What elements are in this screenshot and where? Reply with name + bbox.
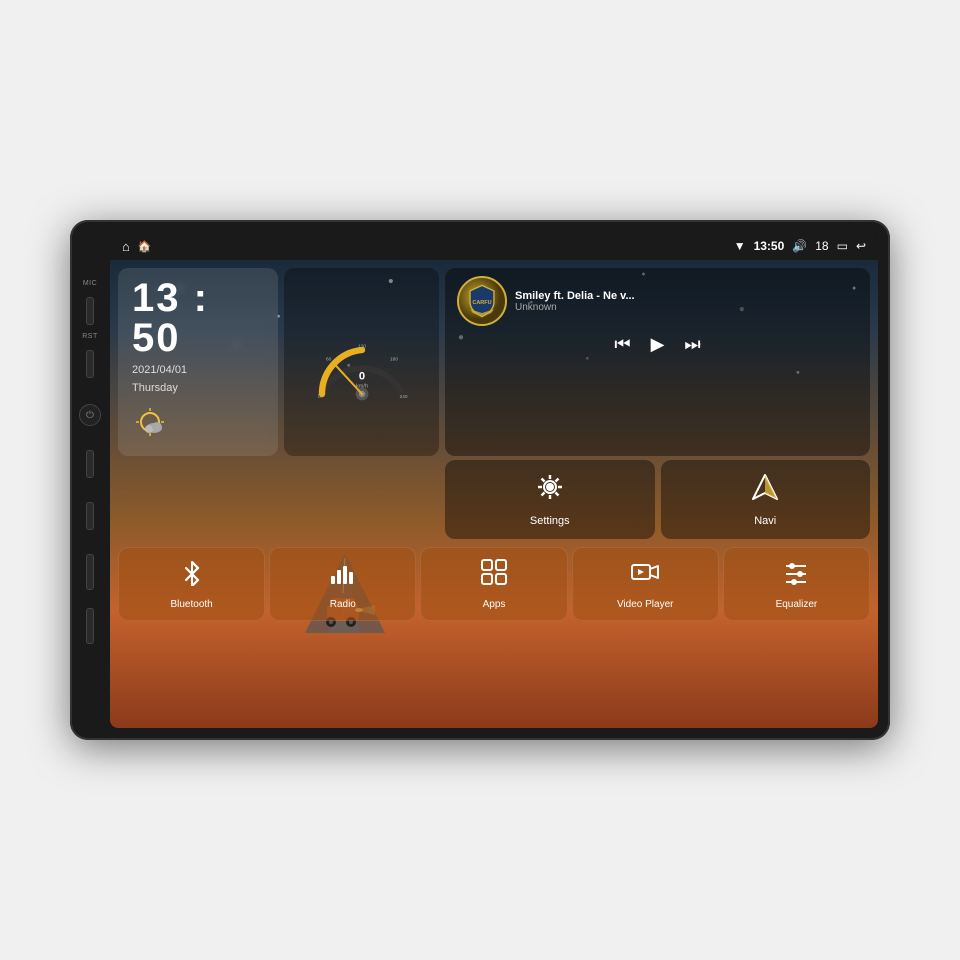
radio-tile[interactable]: Radio <box>269 547 416 621</box>
bluetooth-icon <box>178 558 206 593</box>
video-player-icon <box>631 558 659 593</box>
equalizer-tile[interactable]: Equalizer <box>723 547 870 621</box>
settings-navi-row: Settings Navi <box>445 460 870 539</box>
navi-label: Navi <box>754 515 776 527</box>
rst-label: RST <box>82 333 98 340</box>
bluetooth-tile[interactable]: Bluetooth <box>118 547 265 621</box>
battery-icon: ▭ <box>837 239 848 253</box>
status-left-icons: ⌂ 🏠 <box>122 239 152 254</box>
app-status-icon: 🏠 <box>138 240 152 253</box>
power-button[interactable]: ⏻ <box>79 404 101 426</box>
svg-text:0: 0 <box>358 371 364 383</box>
svg-text:240: 240 <box>399 394 407 400</box>
equalizer-label: Equalizer <box>776 599 818 610</box>
speedometer-svg: 0 60 120 180 240 0 km/h <box>307 322 417 402</box>
mic-button[interactable] <box>86 297 94 325</box>
navi-icon <box>750 472 780 509</box>
clock-day: Thursday <box>132 382 264 394</box>
svg-text:CARFU: CARFU <box>472 300 491 306</box>
volume-value: 18 <box>815 239 828 253</box>
wifi-icon: ▼ <box>734 239 746 253</box>
main-screen: 13 : 50 2021/04/01 Thursday <box>110 260 878 728</box>
apps-tile[interactable]: Apps <box>420 547 567 621</box>
music-info: Smiley ft. Delia - Ne v... Unknown <box>515 290 858 313</box>
video-player-label: Video Player <box>617 599 674 610</box>
svg-text:60: 60 <box>326 356 332 362</box>
bottom-tiles-row: Bluetooth Radio <box>110 543 878 629</box>
play-button[interactable]: ▶ <box>651 334 665 355</box>
radio-icon <box>329 558 357 593</box>
mic-label: MIC <box>83 280 97 287</box>
time-display: 13:50 <box>754 239 785 253</box>
music-title: Smiley ft. Delia - Ne v... <box>515 290 858 302</box>
vol-up-button[interactable] <box>86 554 94 590</box>
second-row: Settings Navi <box>110 460 878 543</box>
svg-text:km/h: km/h <box>355 384 367 390</box>
home-status-icon: ⌂ <box>122 239 130 254</box>
settings-icon <box>535 472 565 509</box>
clock-date: 2021/04/01 <box>132 364 264 376</box>
radio-label: Radio <box>330 599 356 610</box>
music-artist: Unknown <box>515 302 858 313</box>
car-head-unit: MIC RST ⏻ ⌂ 🏠 ▼ 13:50 🔊 18 ▭ <box>70 220 890 740</box>
home-side-button[interactable] <box>86 450 94 478</box>
side-controls: MIC RST ⏻ <box>70 220 110 740</box>
status-right-info: ▼ 13:50 🔊 18 ▭ ↩ <box>734 239 866 253</box>
video-player-tile[interactable]: Video Player <box>572 547 719 621</box>
navi-tile[interactable]: Navi <box>661 460 871 539</box>
volume-icon: 🔊 <box>792 239 807 253</box>
svg-text:180: 180 <box>390 356 398 362</box>
status-bar: ⌂ 🏠 ▼ 13:50 🔊 18 ▭ ↩ <box>110 232 878 260</box>
date-value: 2021/04/01 <box>132 364 187 376</box>
settings-tile[interactable]: Settings <box>445 460 655 539</box>
music-controls[interactable]: ⏮ ▶ ⏭ <box>457 334 858 355</box>
music-widget[interactable]: CARFU Smiley ft. Delia - Ne v... Unknown… <box>445 268 870 456</box>
album-art: CARFU <box>457 276 507 326</box>
top-widgets-row: 13 : 50 2021/04/01 Thursday <box>110 260 878 460</box>
back-icon[interactable]: ↩ <box>856 239 866 253</box>
settings-label: Settings <box>530 515 570 527</box>
weather-icon <box>132 404 264 446</box>
speedo-spacer <box>284 460 439 539</box>
equalizer-icon <box>782 558 810 593</box>
rst-button[interactable] <box>86 350 94 378</box>
bluetooth-label: Bluetooth <box>170 599 212 610</box>
speedometer-widget: 0 60 120 180 240 0 km/h <box>284 268 439 456</box>
prev-button[interactable]: ⏮ <box>614 334 630 355</box>
svg-text:0: 0 <box>318 394 321 400</box>
music-top: CARFU Smiley ft. Delia - Ne v... Unknown <box>457 276 858 326</box>
screen: ⌂ 🏠 ▼ 13:50 🔊 18 ▭ ↩ <box>110 232 878 728</box>
svg-text:120: 120 <box>358 344 366 350</box>
clock-widget: 13 : 50 2021/04/01 Thursday <box>118 268 278 456</box>
next-button[interactable]: ⏭ <box>684 334 700 355</box>
apps-icon <box>480 558 508 593</box>
vol-down-button[interactable] <box>86 608 94 644</box>
clock-time: 13 : 50 <box>132 278 264 358</box>
back-side-button[interactable] <box>86 502 94 530</box>
clock-spacer <box>118 460 278 539</box>
apps-label: Apps <box>483 599 506 610</box>
